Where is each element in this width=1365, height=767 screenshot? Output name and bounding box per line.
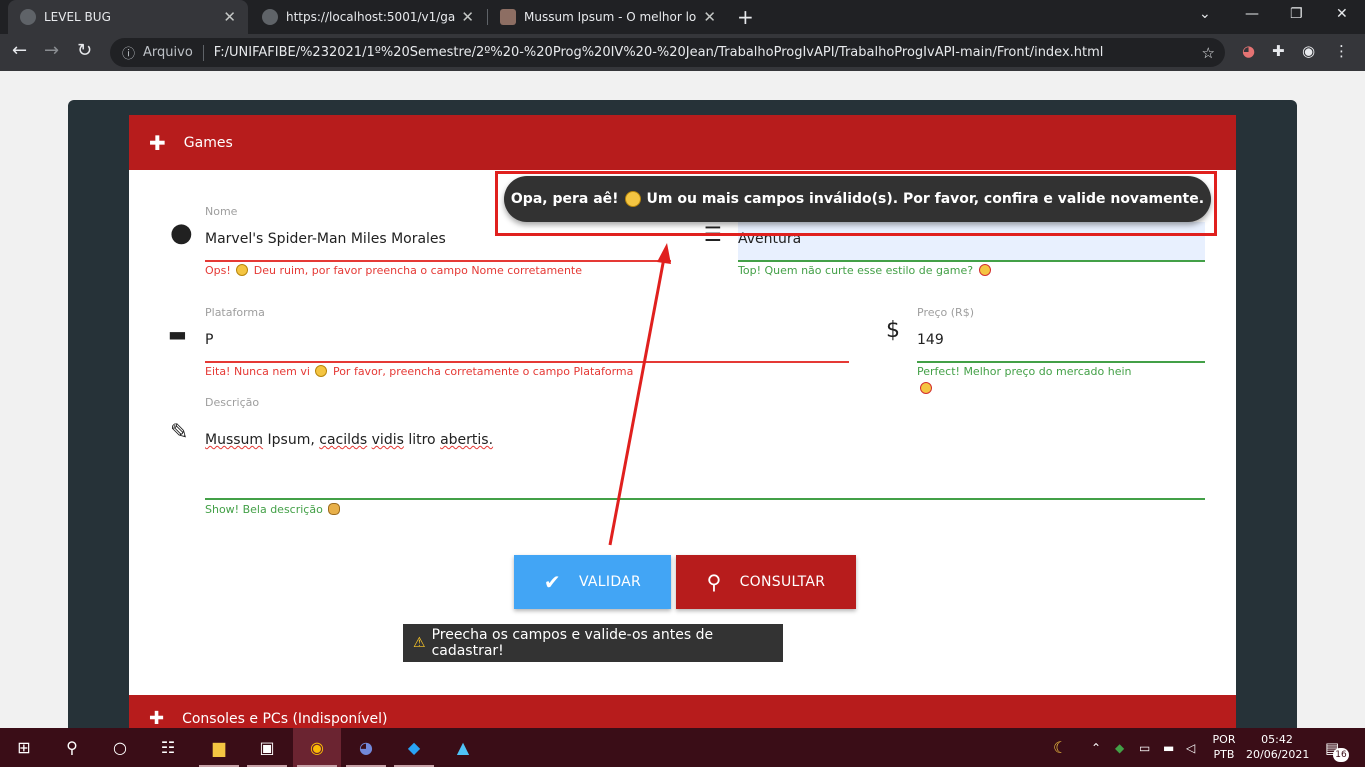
descricao-textarea[interactable]: Mussum Ipsum, cacilds vidis litro aberti… bbox=[205, 432, 493, 448]
tab-level-bug[interactable]: LEVEL BUG ✕ bbox=[8, 0, 248, 34]
descricao-success-text: Show! Bela descrição bbox=[205, 503, 342, 516]
forward-icon[interactable]: → bbox=[44, 40, 59, 61]
terminal-icon[interactable]: ▣ bbox=[243, 728, 291, 767]
back-icon[interactable]: ← bbox=[12, 40, 27, 61]
battery-icon[interactable]: ▬ bbox=[1163, 728, 1174, 767]
preco-success-text: Perfect! Melhor preço do mercado hein bbox=[917, 365, 1132, 378]
clock[interactable]: 05:42 20/06/2021 bbox=[1246, 732, 1309, 762]
profile-menu-icon[interactable]: ⌄ bbox=[1199, 6, 1211, 22]
close-tab-icon[interactable]: ✕ bbox=[223, 8, 236, 26]
night-light-icon[interactable]: ☾ bbox=[1053, 728, 1067, 767]
close-tab-icon[interactable]: ✕ bbox=[461, 8, 474, 26]
photos-icon[interactable]: ▲ bbox=[439, 728, 487, 767]
preco-field[interactable]: Preço (R$) 149 Perfect! Melhor preço do … bbox=[917, 306, 1205, 401]
minimize-icon[interactable]: — bbox=[1245, 6, 1259, 22]
heart-eyes-emoji-icon bbox=[978, 264, 991, 276]
tab-title: LEVEL BUG bbox=[44, 10, 111, 24]
search-icon[interactable]: ⚲ bbox=[48, 728, 96, 767]
preco-underline bbox=[917, 361, 1205, 363]
extension-icon[interactable]: ◕ bbox=[1242, 42, 1255, 60]
genero-success-text: Top! Quem não curte esse estilo de game? bbox=[738, 264, 993, 277]
task-view-icon[interactable]: ☷ bbox=[144, 728, 192, 767]
puzzle-extensions-icon[interactable]: ✚ bbox=[1272, 42, 1285, 60]
confused-emoji-icon bbox=[236, 264, 249, 276]
show-hidden-icons-icon[interactable]: ⌃ bbox=[1091, 728, 1101, 767]
dollar-icon: $ bbox=[886, 318, 900, 343]
nome-input[interactable]: Marvel's Spider-Man Miles Morales bbox=[205, 231, 446, 247]
card-title: Games bbox=[183, 134, 233, 151]
address-divider bbox=[202, 44, 204, 61]
pencil-icon: ✎ bbox=[170, 420, 189, 445]
globe-icon bbox=[20, 9, 36, 25]
clap-emoji-icon bbox=[328, 503, 341, 515]
chrome-icon[interactable]: ◉ bbox=[293, 728, 341, 767]
thinking-emoji-icon bbox=[315, 365, 328, 377]
tab-localhost-games[interactable]: https://localhost:5001/v1/games ✕ bbox=[250, 0, 486, 34]
validar-label: VALIDAR bbox=[578, 574, 642, 590]
network-icon[interactable]: ▭ bbox=[1139, 728, 1150, 767]
bookmark-star-icon[interactable]: ☆ bbox=[1202, 44, 1215, 62]
info-icon[interactable]: ⓘ bbox=[122, 43, 135, 62]
browser-toolbar: ← → ↻ ⓘ Arquivo F:/UNIFAFIBE/%232021/1º%… bbox=[0, 34, 1365, 71]
close-window-icon[interactable]: ✕ bbox=[1336, 6, 1348, 22]
cortana-icon[interactable]: ○ bbox=[96, 728, 144, 767]
volume-icon[interactable]: ◁ bbox=[1186, 728, 1195, 767]
plataforma-input[interactable]: P bbox=[205, 332, 213, 348]
descricao-label: Descrição bbox=[205, 396, 260, 409]
close-tab-icon[interactable]: ✕ bbox=[703, 8, 716, 26]
nome-label: Nome bbox=[205, 205, 238, 218]
validar-button[interactable]: ✔ VALIDAR bbox=[514, 555, 671, 609]
tab-title: Mussum Ipsum - O melhor lorem bbox=[524, 10, 697, 24]
more-menu-icon[interactable]: ⋮ bbox=[1334, 42, 1349, 60]
account-circle-icon: ● bbox=[170, 218, 193, 248]
vscode-icon[interactable]: ◆ bbox=[390, 728, 438, 767]
plataforma-underline bbox=[205, 361, 849, 363]
nome-error-text: Ops! Deu ruim, por favor preencha o camp… bbox=[205, 264, 582, 277]
notification-badge: 16 bbox=[1333, 748, 1349, 762]
taskbar: ⊞ ⚲ ○ ☷ ▆ ▣ ◉ ◕ ◆ ▲ ☾ ⌃ ◆ ▭ ▬ ◁ POR PTB … bbox=[0, 728, 1365, 767]
consoles-card-title: Consoles e PCs (Indisponível) bbox=[182, 711, 388, 727]
url-text[interactable]: F:/UNIFAFIBE/%232021/1º%20Semestre/2º%20… bbox=[214, 45, 1104, 60]
cadastrar-tooltip: ⚠ Preecha os campos e valide-os antes de… bbox=[403, 624, 783, 662]
address-bar[interactable]: ⓘ Arquivo F:/UNIFAFIBE/%232021/1º%20Seme… bbox=[110, 38, 1225, 67]
avatar[interactable]: ◉ bbox=[1302, 42, 1315, 60]
consoles-card-header: ✚ Consoles e PCs (Indisponível) bbox=[129, 695, 1236, 728]
plataforma-error-text: Eita! Nunca nem vi Por favor, preencha c… bbox=[205, 365, 634, 378]
file-explorer-icon[interactable]: ▆ bbox=[195, 728, 243, 767]
discord-icon[interactable]: ◕ bbox=[342, 728, 390, 767]
genero-underline bbox=[738, 260, 1205, 262]
warning-icon: ⚠ bbox=[413, 635, 426, 651]
tab-title: https://localhost:5001/v1/games bbox=[286, 10, 456, 24]
descricao-field[interactable]: Descrição Mussum Ipsum, cacilds vidis li… bbox=[205, 396, 1205, 521]
controller-icon: ▬ bbox=[168, 322, 187, 346]
new-tab-button[interactable]: + bbox=[737, 5, 754, 29]
nome-underline bbox=[205, 260, 671, 262]
mussum-favicon-icon bbox=[500, 9, 516, 25]
tooltip-text: Preecha os campos e valide-os antes de c… bbox=[431, 627, 714, 659]
language-indicator[interactable]: POR PTB bbox=[1208, 732, 1240, 762]
heart-eyes-emoji-icon bbox=[920, 382, 932, 394]
consultar-label: CONSULTAR bbox=[739, 574, 826, 590]
preco-input[interactable]: 149 bbox=[917, 332, 944, 348]
gamepad-icon: ✚ bbox=[149, 130, 166, 155]
annotation-highlight-box bbox=[495, 171, 1217, 236]
gamepad-icon: ✚ bbox=[149, 708, 165, 728]
tab-mussum-ipsum[interactable]: Mussum Ipsum - O melhor lorem ✕ bbox=[488, 0, 728, 34]
tab-strip: LEVEL BUG ✕ https://localhost:5001/v1/ga… bbox=[0, 0, 1365, 34]
descricao-underline bbox=[205, 498, 1205, 500]
check-icon: ✔ bbox=[543, 570, 561, 594]
plataforma-label: Plataforma bbox=[205, 306, 265, 319]
maximize-icon[interactable]: ❐ bbox=[1290, 6, 1303, 22]
windows-start-icon[interactable]: ⊞ bbox=[0, 728, 48, 767]
preco-label: Preço (R$) bbox=[917, 306, 974, 319]
search-icon: ⚲ bbox=[706, 570, 722, 594]
plataforma-field[interactable]: Plataforma P Eita! Nunca nem vi Por favo… bbox=[205, 306, 849, 386]
scheme-label: Arquivo bbox=[143, 45, 193, 60]
globe-icon bbox=[262, 9, 278, 25]
games-card-header: ✚ Games bbox=[129, 115, 1236, 170]
reload-icon[interactable]: ↻ bbox=[77, 40, 92, 61]
security-shield-icon[interactable]: ◆ bbox=[1115, 728, 1124, 767]
consultar-button[interactable]: ⚲ CONSULTAR bbox=[676, 555, 856, 609]
